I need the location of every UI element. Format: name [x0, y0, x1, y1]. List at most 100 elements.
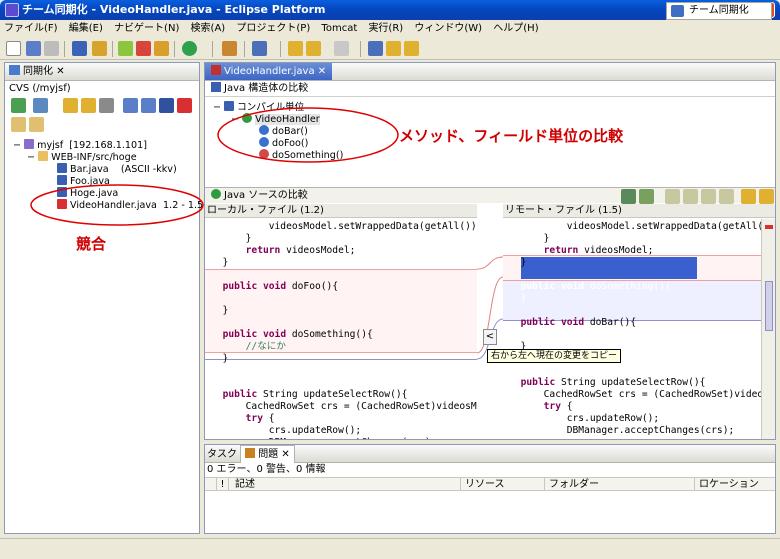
search-icon[interactable]: [252, 41, 267, 56]
merge-3-icon[interactable]: [701, 189, 716, 204]
layout-icon[interactable]: [29, 117, 44, 132]
expand-icon[interactable]: [11, 117, 26, 132]
structure-compare-header: Java 構造体の比較: [205, 81, 775, 97]
method-annotation-label: メソッド、フィールド単位の比較: [399, 127, 624, 145]
repo-location: CVS (/myjsf): [9, 83, 71, 94]
sync-view-tab[interactable]: 同期化 ✕: [5, 63, 199, 81]
tree-file[interactable]: Bar.java (ASCII -kkv): [13, 163, 199, 175]
column-header[interactable]: 記述: [229, 478, 461, 490]
tree-folder[interactable]: − WEB-INF/src/hoge: [13, 151, 199, 163]
pin-icon[interactable]: [368, 41, 383, 56]
column-header[interactable]: リソース: [461, 478, 545, 490]
left-pane-title: ローカル・ファイル (1.2): [205, 204, 477, 218]
folder-name: WEB-INF/src/hoge: [51, 152, 137, 163]
open-resource-icon[interactable]: [92, 41, 107, 56]
last-edit-icon[interactable]: [288, 41, 303, 56]
menu-file[interactable]: ファイル(F): [0, 20, 62, 38]
source-compare-header: Java ソースの比較: [205, 187, 775, 204]
java-file-icon: [57, 163, 67, 173]
run-icon[interactable]: [182, 41, 197, 56]
next-difference-icon[interactable]: [741, 189, 756, 204]
new-icon[interactable]: [6, 41, 21, 56]
menu-window[interactable]: ウィンドウ(W): [410, 20, 486, 38]
project-host: [192.168.1.101]: [69, 140, 147, 151]
synchronize-view: 同期化 ✕ CVS (/myjsf) − myjsf [192.168.1.10…: [4, 62, 203, 534]
tab-tasks[interactable]: タスク: [207, 449, 237, 460]
menu-project[interactable]: プロジェクト(P): [232, 20, 314, 38]
copy-all-left-icon[interactable]: [621, 189, 636, 204]
next-diff-icon[interactable]: [63, 98, 78, 113]
file-name: Bar.java: [70, 164, 109, 175]
merge-icon[interactable]: [665, 189, 680, 204]
problems-view: タスク 問題 ✕ 0 エラー、0 警告、0 情報 ! 記述 リソース フォルダー…: [204, 444, 776, 534]
merge-2-icon[interactable]: [683, 189, 698, 204]
conflict-annotation-label: 競合: [76, 235, 107, 253]
editor-tab-videohandler[interactable]: VideoHandler.java ✕: [205, 63, 333, 80]
previous-difference-icon[interactable]: [759, 189, 774, 204]
problems-icon: [245, 448, 256, 458]
perspective-switcher[interactable]: チーム同期化: [666, 2, 772, 20]
print-icon[interactable]: [44, 41, 59, 56]
menu-run[interactable]: 実行(R): [364, 20, 407, 38]
menu-tomcat[interactable]: Tomcat: [317, 20, 361, 38]
external-tools-icon[interactable]: [222, 41, 237, 56]
prev-annotation-icon[interactable]: [404, 41, 419, 56]
merge-4-icon[interactable]: [719, 189, 734, 204]
back-icon[interactable]: [306, 41, 321, 56]
project-name: myjsf: [37, 140, 64, 151]
column-header[interactable]: [205, 478, 217, 490]
tomcat-restart-icon[interactable]: [154, 41, 169, 56]
menu-navigate[interactable]: ナビゲート(N): [110, 20, 183, 38]
compare-editor: VideoHandler.java ✕ Java 構造体の比較 − コンパイル単…: [204, 62, 776, 440]
conflict-marker[interactable]: [765, 225, 773, 229]
window-title: チーム同期化 - VideoHandler.java - Eclipse Pla…: [22, 3, 326, 16]
tomcat-stop-icon[interactable]: [136, 41, 151, 56]
status-bar: [0, 538, 780, 559]
synchronize-icon[interactable]: [11, 98, 26, 113]
prev-diff-icon[interactable]: [81, 98, 96, 113]
problems-table-header: ! 記述 リソース フォルダー ロケーション: [205, 477, 775, 491]
next-annotation-icon[interactable]: [386, 41, 401, 56]
column-header[interactable]: フォルダー: [545, 478, 695, 490]
collapse-all-icon[interactable]: [99, 98, 114, 113]
outgoing-mode-icon[interactable]: [141, 98, 156, 113]
save-icon[interactable]: [26, 41, 41, 56]
sync-view-title: 同期化: [23, 66, 53, 77]
open-type-icon[interactable]: [72, 41, 87, 56]
column-header[interactable]: ロケーション: [695, 478, 775, 490]
menu-edit[interactable]: 編集(E): [65, 20, 107, 38]
tomcat-start-icon[interactable]: [118, 41, 133, 56]
conflicts-mode-icon[interactable]: [177, 98, 192, 113]
sync-icon: [9, 65, 20, 75]
incoming-mode-icon[interactable]: [123, 98, 138, 113]
sync-perspective-icon: [671, 5, 684, 17]
close-tab-icon[interactable]: ✕: [56, 66, 64, 77]
eclipse-icon: [5, 3, 19, 17]
column-header[interactable]: !: [217, 478, 229, 490]
copy-right-to-left-icon[interactable]: [639, 189, 654, 204]
project-icon: [24, 139, 35, 149]
conflict-annotation-ellipse: [30, 184, 204, 226]
right-code-pane[interactable]: videosModel.setWrappedData(getAll( } ret…: [503, 219, 761, 439]
right-overview-ruler[interactable]: [761, 219, 775, 439]
menu-help[interactable]: ヘルプ(H): [489, 20, 542, 38]
compare-icon: [211, 65, 221, 75]
both-mode-icon[interactable]: [159, 98, 174, 113]
menu-bar: ファイル(F) 編集(E) ナビゲート(N) 検索(A) プロジェクト(P) T…: [0, 20, 780, 38]
commit-icon[interactable]: [33, 98, 48, 113]
forward-icon[interactable]: [334, 41, 349, 56]
folder-icon: [38, 151, 49, 161]
scroll-thumb[interactable]: [765, 281, 773, 331]
copy-right-to-left-button[interactable]: <: [483, 329, 497, 345]
menu-search[interactable]: 検索(A): [187, 20, 230, 38]
editor-tab-label: VideoHandler.java: [224, 66, 315, 77]
main-toolbar: [0, 38, 780, 60]
java-icon: [211, 82, 221, 92]
tab-problems[interactable]: 問題 ✕: [240, 445, 295, 463]
source-compare-title: Java ソースの比較: [224, 190, 308, 201]
structure-compare-title: Java 構造体の比較: [224, 83, 309, 94]
tree-project[interactable]: − myjsf [192.168.1.101]: [13, 139, 199, 151]
left-code-pane[interactable]: videosModel.setWrappedData(getAll()); } …: [205, 219, 477, 439]
title-bar: チーム同期化 - VideoHandler.java - Eclipse Pla…: [0, 0, 780, 20]
close-tab-icon[interactable]: ✕: [318, 66, 326, 77]
